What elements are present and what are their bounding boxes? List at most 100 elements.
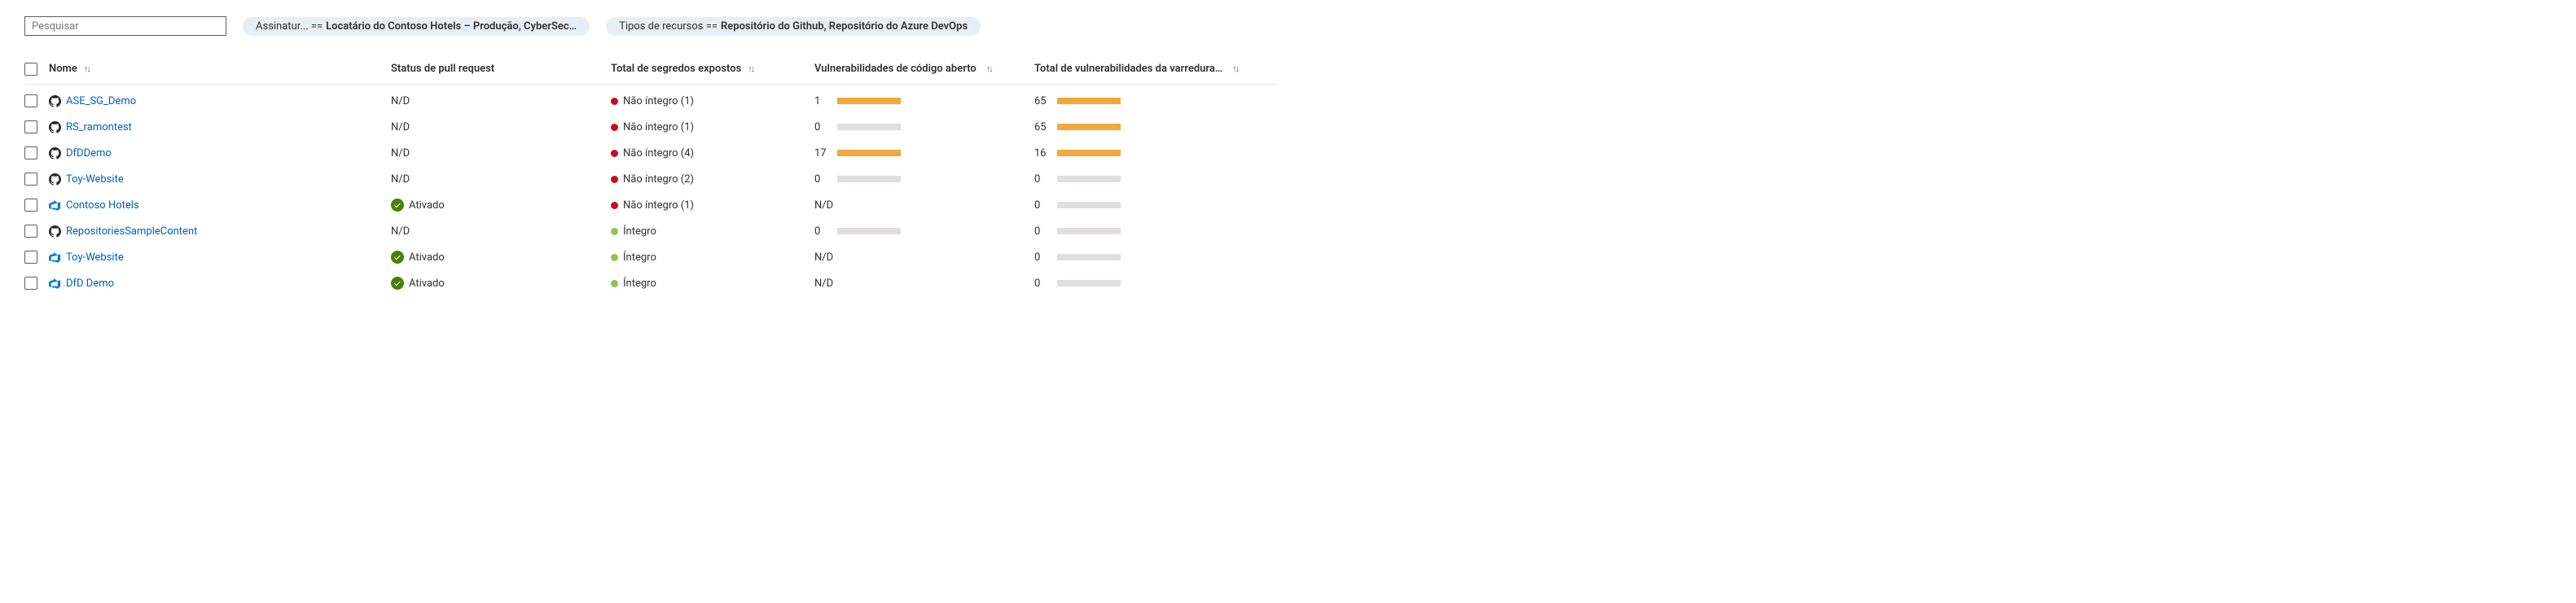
table-row: Toy-WebsiteN/DNão íntegro (2)00 [24,166,1279,192]
column-header-label: Status de pull request [391,63,494,75]
bar-fill-yellow [1057,150,1121,156]
table-row: ASE_SG_DemoN/DNão íntegro (1)165 [24,88,1279,114]
status-dot-unhealthy-icon [611,150,618,157]
repo-link[interactable]: RepositoriesSampleContent [66,225,197,238]
scan-vulns-bar [1057,254,1121,260]
secrets-status-text: Íntegro [623,277,656,290]
column-header-secrets[interactable]: Total de segredos expostos ↑↓ [611,63,814,75]
search-input[interactable] [24,16,226,36]
filter-bar: Assinatur... == Locatário do Contoso Hot… [24,16,2552,36]
github-icon [49,95,61,107]
scan-vulns-bar [1057,98,1121,104]
azure-devops-icon [49,277,61,290]
bar-fill-yellow [1057,124,1121,130]
github-icon [49,173,61,186]
status-dot-unhealthy-icon [611,176,618,183]
secrets-status-text: Não íntegro (4) [623,147,694,159]
sort-icon: ↑↓ [748,63,753,74]
scan-vulns-count: 0 [1034,251,1049,264]
sort-icon: ↑↓ [1232,63,1238,74]
github-icon [49,121,61,133]
status-dot-healthy-icon [611,254,618,261]
table-row: RS_ramontestN/DNão íntegro (1)065 [24,114,1279,140]
repo-link[interactable]: RS_ramontest [66,121,132,133]
row-checkbox[interactable] [24,225,37,238]
bar-fill-yellow [1057,98,1121,104]
repo-link[interactable]: DfD Demo [66,277,114,290]
scan-vulns-bar [1057,202,1121,208]
filter-pill-label: Tipos de recursos == [619,20,718,33]
select-all-checkbox[interactable] [24,63,37,76]
oss-vulns-bar [837,228,901,234]
oss-vulns-bar [837,176,901,182]
filter-pill-value: Repositório do Github, Repositório do Az… [721,20,968,33]
table-body: ASE_SG_DemoN/DNão íntegro (1)165 RS_ramon… [24,88,1279,296]
pr-status-text: N/D [391,121,410,133]
scan-vulns-count: 16 [1034,147,1049,159]
scan-vulns-bar [1057,176,1121,182]
row-checkbox[interactable] [24,146,37,159]
status-dot-healthy-icon [611,280,618,287]
repo-link[interactable]: Toy-Website [66,173,124,186]
scan-vulns-count: 0 [1034,199,1049,212]
secrets-status-text: Não íntegro (1) [623,95,694,107]
oss-vulns-count: 0 [814,173,829,186]
oss-vulns-bar [837,98,901,104]
secrets-status-text: Não íntegro (1) [623,199,694,212]
row-checkbox[interactable] [24,173,37,186]
row-checkbox[interactable] [24,94,37,107]
github-icon [49,147,61,159]
azure-devops-icon [49,251,61,264]
filter-pill-label: Assinatur... == [256,20,323,33]
row-checkbox[interactable] [24,120,37,133]
repo-link[interactable]: ASE_SG_Demo [66,95,136,107]
scan-vulns-bar [1057,150,1121,156]
column-header-pr-status[interactable]: Status de pull request [391,63,611,75]
oss-vulns-bar [837,124,901,130]
scan-vulns-bar [1057,124,1121,130]
github-icon [49,225,61,238]
pr-status-text: N/D [391,225,410,238]
scan-vulns-count: 65 [1034,95,1049,107]
scan-vulns-bar [1057,280,1121,286]
oss-vulns-count: 0 [814,225,829,238]
pr-status-text: N/D [391,147,410,159]
bar-fill-yellow [837,150,901,156]
scan-vulns-count: 0 [1034,173,1049,186]
repo-link[interactable]: DfDDemo [66,147,112,159]
row-checkbox[interactable] [24,199,37,212]
column-header-oss-vulns[interactable]: Vulnerabilidades de código aberto ↑↓ [814,63,1034,75]
repo-link[interactable]: Contoso Hotels [66,199,139,212]
table-row: DfD Demo Ativado Íntegro N/D 0 [24,270,1279,296]
oss-vulns-count: N/D [814,251,833,264]
enabled-check-icon [391,277,404,290]
row-checkbox[interactable] [24,277,37,290]
column-header-label: Vulnerabilidades de código aberto [814,63,976,75]
filter-pill-resource-types[interactable]: Tipos de recursos == Repositório do Gith… [606,17,981,36]
azure-devops-icon [49,199,61,212]
results-table: Nome ↑↓ Status de pull request Total de … [24,59,1279,296]
repo-link[interactable]: Toy-Website [66,251,124,264]
status-dot-unhealthy-icon [611,98,618,105]
scan-vulns-count: 0 [1034,277,1049,290]
oss-vulns-count: 0 [814,121,829,133]
pr-status-text: Ativado [409,277,445,290]
enabled-check-icon [391,199,404,212]
table-row: DfDDemo N/D Não íntegro (4) 17 16 [24,140,1279,166]
column-header-label: Total de segredos expostos [611,63,741,75]
table-row: Contoso HotelsAtivadoNão íntegro (1)N/D0 [24,192,1279,218]
column-header-scan-vulns[interactable]: Total de vulnerabilidades da varredura… … [1034,63,1270,75]
oss-vulns-count: 17 [814,147,829,159]
column-header-label: Total de vulnerabilidades da varredura… [1034,63,1222,75]
sort-icon: ↑↓ [84,63,90,74]
column-header-name[interactable]: Nome ↑↓ [49,63,391,75]
row-checkbox[interactable] [24,251,37,264]
secrets-status-text: Não íntegro (2) [623,173,694,186]
oss-vulns-count: N/D [814,277,833,290]
scan-vulns-bar [1057,228,1121,234]
secrets-status-text: Íntegro [623,225,656,238]
enabled-check-icon [391,251,404,264]
oss-vulns-count: N/D [814,199,833,212]
pr-status-text: Ativado [409,251,445,264]
filter-pill-subscription[interactable]: Assinatur... == Locatário do Contoso Hot… [243,17,590,36]
